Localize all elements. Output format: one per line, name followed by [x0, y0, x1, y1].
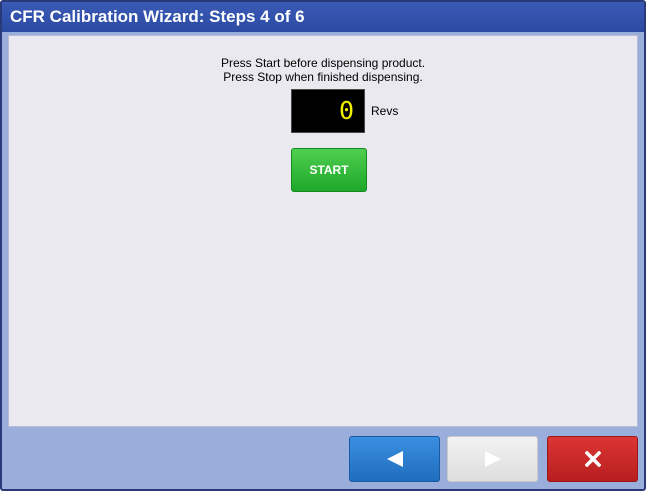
back-button[interactable]: [349, 436, 440, 482]
wizard-nav-bar: [2, 430, 644, 489]
instruction-line-start: Press Start before dispensing product.: [220, 56, 426, 70]
next-button[interactable]: [447, 436, 538, 482]
revs-counter-display: 0: [291, 89, 365, 133]
left-arrow-icon: [385, 450, 405, 468]
right-arrow-icon: [483, 450, 503, 468]
content-panel: Press Start before dispensing product. P…: [8, 35, 638, 427]
wizard-window: CFR Calibration Wizard: Steps 4 of 6 Pre…: [0, 0, 646, 491]
cancel-button[interactable]: [547, 436, 638, 482]
instructions: Press Start before dispensing product. P…: [9, 56, 637, 84]
revs-counter-row: 0 Revs: [291, 88, 398, 134]
instruction-line-stop: Press Stop when finished dispensing.: [223, 70, 423, 84]
window-title: CFR Calibration Wizard: Steps 4 of 6: [2, 2, 644, 32]
start-button[interactable]: START: [291, 148, 367, 192]
revs-unit-label: Revs: [371, 104, 399, 118]
close-x-icon: [584, 451, 601, 467]
